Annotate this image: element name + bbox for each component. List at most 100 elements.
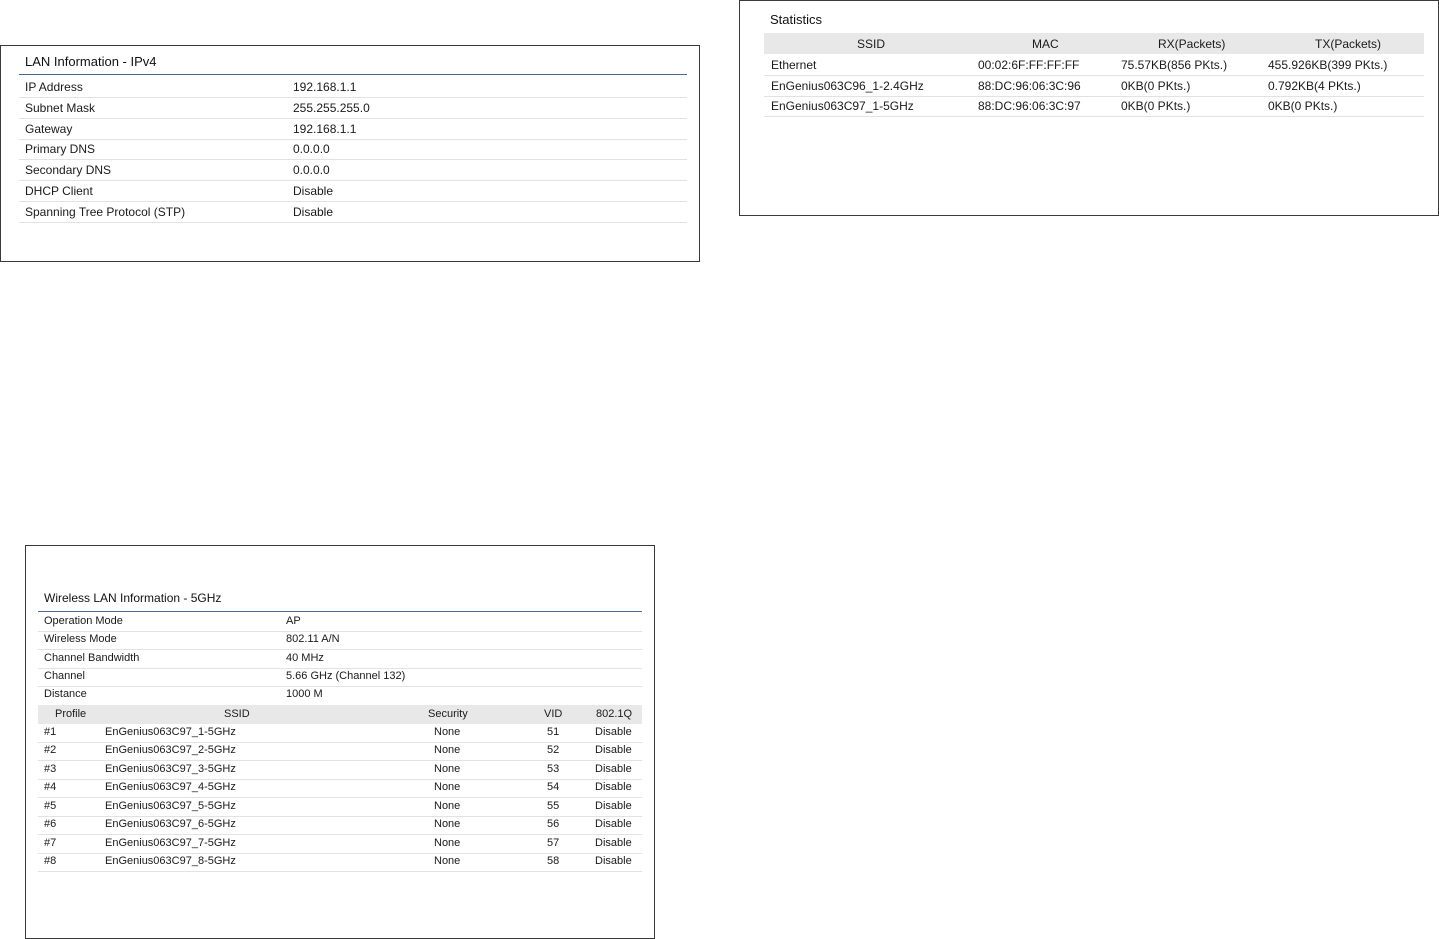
- lan-row-stp: Spanning Tree Protocol (STP) Disable: [19, 202, 687, 223]
- profile-cell: #2: [44, 744, 57, 756]
- security-cell: None: [434, 818, 461, 830]
- profile-cell: #4: [44, 781, 57, 793]
- table-row: #2 EnGenius063C97_2-5GHz None 52 Disable: [38, 742, 642, 761]
- lan-title-divider: [19, 74, 687, 75]
- statistics-table-header: SSID MAC RX(Packets) TX(Packets): [764, 33, 1424, 54]
- ssid-cell: EnGenius063C97_3-5GHz: [105, 763, 236, 775]
- wlan-row-value: AP: [286, 615, 301, 627]
- wlan-row-operation-mode: Operation Mode AP: [38, 613, 642, 632]
- lan-row-label: Spanning Tree Protocol (STP): [25, 205, 186, 219]
- lan-row-subnet-mask: Subnet Mask 255.255.255.0: [19, 98, 687, 119]
- vid-cell: 53: [547, 763, 560, 775]
- wlan-row-value: 40 MHz: [286, 652, 324, 664]
- table-row: #5 EnGenius063C97_5-5GHz None 55 Disable: [38, 798, 642, 817]
- lan-row-dhcp-client: DHCP Client Disable: [19, 181, 687, 202]
- wlan-row-value: 802.11 A/N: [286, 633, 340, 645]
- dot1q-cell: Disable: [595, 763, 632, 775]
- vid-cell: 51: [547, 726, 560, 738]
- lan-row-secondary-dns: Secondary DNS 0.0.0.0: [19, 160, 687, 181]
- profile-cell: #8: [44, 855, 57, 867]
- table-row: #7 EnGenius063C97_7-5GHz None 57 Disable: [38, 835, 642, 854]
- dot1q-cell: Disable: [595, 818, 632, 830]
- lan-row-value: 0.0.0.0: [293, 142, 330, 156]
- lan-row-value: 255.255.255.0: [293, 101, 370, 115]
- stats-tx-cell: 455.926KB(399 PKts.): [1268, 58, 1388, 72]
- statistics-panel-title: Statistics: [770, 12, 823, 27]
- column-header-ssid: SSID: [224, 708, 250, 720]
- lan-information-panel: LAN Information - IPv4 IP Address 192.16…: [0, 45, 700, 262]
- profile-cell: #3: [44, 763, 57, 775]
- wlan-row-label: Operation Mode: [44, 615, 123, 627]
- stats-mac-cell: 88:DC:96:06:3C:97: [978, 99, 1081, 113]
- wlan-row-label: Wireless Mode: [44, 633, 117, 645]
- stats-mac-cell: 00:02:6F:FF:FF:FF: [978, 58, 1080, 72]
- security-cell: None: [434, 726, 461, 738]
- stats-rx-cell: 0KB(0 PKts.): [1121, 79, 1191, 93]
- ssid-cell: EnGenius063C97_1-5GHz: [105, 726, 236, 738]
- wlan-row-wireless-mode: Wireless Mode 802.11 A/N: [38, 631, 642, 650]
- profile-table-header: Profile SSID Security VID 802.1Q: [38, 705, 642, 724]
- lan-row-gateway: Gateway 192.168.1.1: [19, 119, 687, 140]
- dot1q-cell: Disable: [595, 800, 632, 812]
- dot1q-cell: Disable: [595, 744, 632, 756]
- table-row: #8 EnGenius063C97_8-5GHz None 58 Disable: [38, 853, 642, 872]
- vid-cell: 57: [547, 837, 560, 849]
- dot1q-cell: Disable: [595, 837, 632, 849]
- table-row: #4 EnGenius063C97_4-5GHz None 54 Disable: [38, 779, 642, 798]
- stats-mac-cell: 88:DC:96:06:3C:96: [978, 79, 1081, 93]
- wlan-row-channel-bandwidth: Channel Bandwidth 40 MHz: [38, 650, 642, 669]
- lan-row-value: 192.168.1.1: [293, 122, 357, 136]
- wlan-row-label: Channel Bandwidth: [44, 652, 140, 664]
- lan-row-value: 0.0.0.0: [293, 163, 330, 177]
- stats-rx-cell: 75.57KB(856 PKts.): [1121, 58, 1228, 72]
- dot1q-cell: Disable: [595, 781, 632, 793]
- profile-cell: #6: [44, 818, 57, 830]
- lan-row-value: 192.168.1.1: [293, 80, 357, 94]
- table-row: #1 EnGenius063C97_1-5GHz None 51 Disable: [38, 724, 642, 743]
- wlan-row-label: Distance: [44, 688, 87, 700]
- ssid-cell: EnGenius063C97_6-5GHz: [105, 818, 236, 830]
- column-header-mac: MAC: [1032, 37, 1059, 51]
- dot1q-cell: Disable: [595, 855, 632, 867]
- stats-tx-cell: 0.792KB(4 PKts.): [1268, 79, 1361, 93]
- profile-cell: #5: [44, 800, 57, 812]
- lan-row-value: Disable: [293, 184, 334, 198]
- stats-ssid-cell: EnGenius063C96_1-2.4GHz: [771, 79, 924, 93]
- table-row: EnGenius063C96_1-2.4GHz 88:DC:96:06:3C:9…: [764, 76, 1424, 97]
- ssid-cell: EnGenius063C97_5-5GHz: [105, 800, 236, 812]
- lan-row-label: IP Address: [25, 80, 83, 94]
- vid-cell: 56: [547, 818, 560, 830]
- profile-cell: #7: [44, 837, 57, 849]
- ssid-cell: EnGenius063C97_8-5GHz: [105, 855, 236, 867]
- column-header-ssid: SSID: [857, 37, 886, 51]
- stats-rx-cell: 0KB(0 PKts.): [1121, 99, 1191, 113]
- column-header-8021q: 802.1Q: [596, 708, 633, 720]
- wlan-row-channel: Channel 5.66 GHz (Channel 132): [38, 668, 642, 687]
- table-row: #6 EnGenius063C97_6-5GHz None 56 Disable: [38, 816, 642, 835]
- ssid-cell: EnGenius063C97_4-5GHz: [105, 781, 236, 793]
- wlan-row-label: Channel: [44, 670, 85, 682]
- lan-panel-title: LAN Information - IPv4: [25, 54, 157, 69]
- lan-row-label: Gateway: [25, 122, 73, 136]
- lan-row-value: Disable: [293, 205, 334, 219]
- security-cell: None: [434, 744, 461, 756]
- table-row: #3 EnGenius063C97_3-5GHz None 53 Disable: [38, 761, 642, 780]
- profile-cell: #1: [44, 726, 57, 738]
- wlan-panel-title: Wireless LAN Information - 5GHz: [44, 591, 222, 605]
- column-header-tx: TX(Packets): [1315, 37, 1382, 51]
- wlan-title-divider: [38, 611, 642, 612]
- stats-ssid-cell: EnGenius063C97_1-5GHz: [771, 99, 914, 113]
- vid-cell: 58: [547, 855, 560, 867]
- security-cell: None: [434, 800, 461, 812]
- ssid-cell: EnGenius063C97_7-5GHz: [105, 837, 236, 849]
- vid-cell: 55: [547, 800, 560, 812]
- security-cell: None: [434, 855, 461, 867]
- wlan-row-value: 5.66 GHz (Channel 132): [286, 670, 406, 682]
- vid-cell: 54: [547, 781, 560, 793]
- column-header-security: Security: [428, 708, 468, 720]
- lan-row-label: Primary DNS: [25, 142, 96, 156]
- security-cell: None: [434, 781, 461, 793]
- ssid-cell: EnGenius063C97_2-5GHz: [105, 744, 236, 756]
- wlan-row-distance: Distance 1000 M: [38, 686, 642, 705]
- wlan-row-value: 1000 M: [286, 688, 323, 700]
